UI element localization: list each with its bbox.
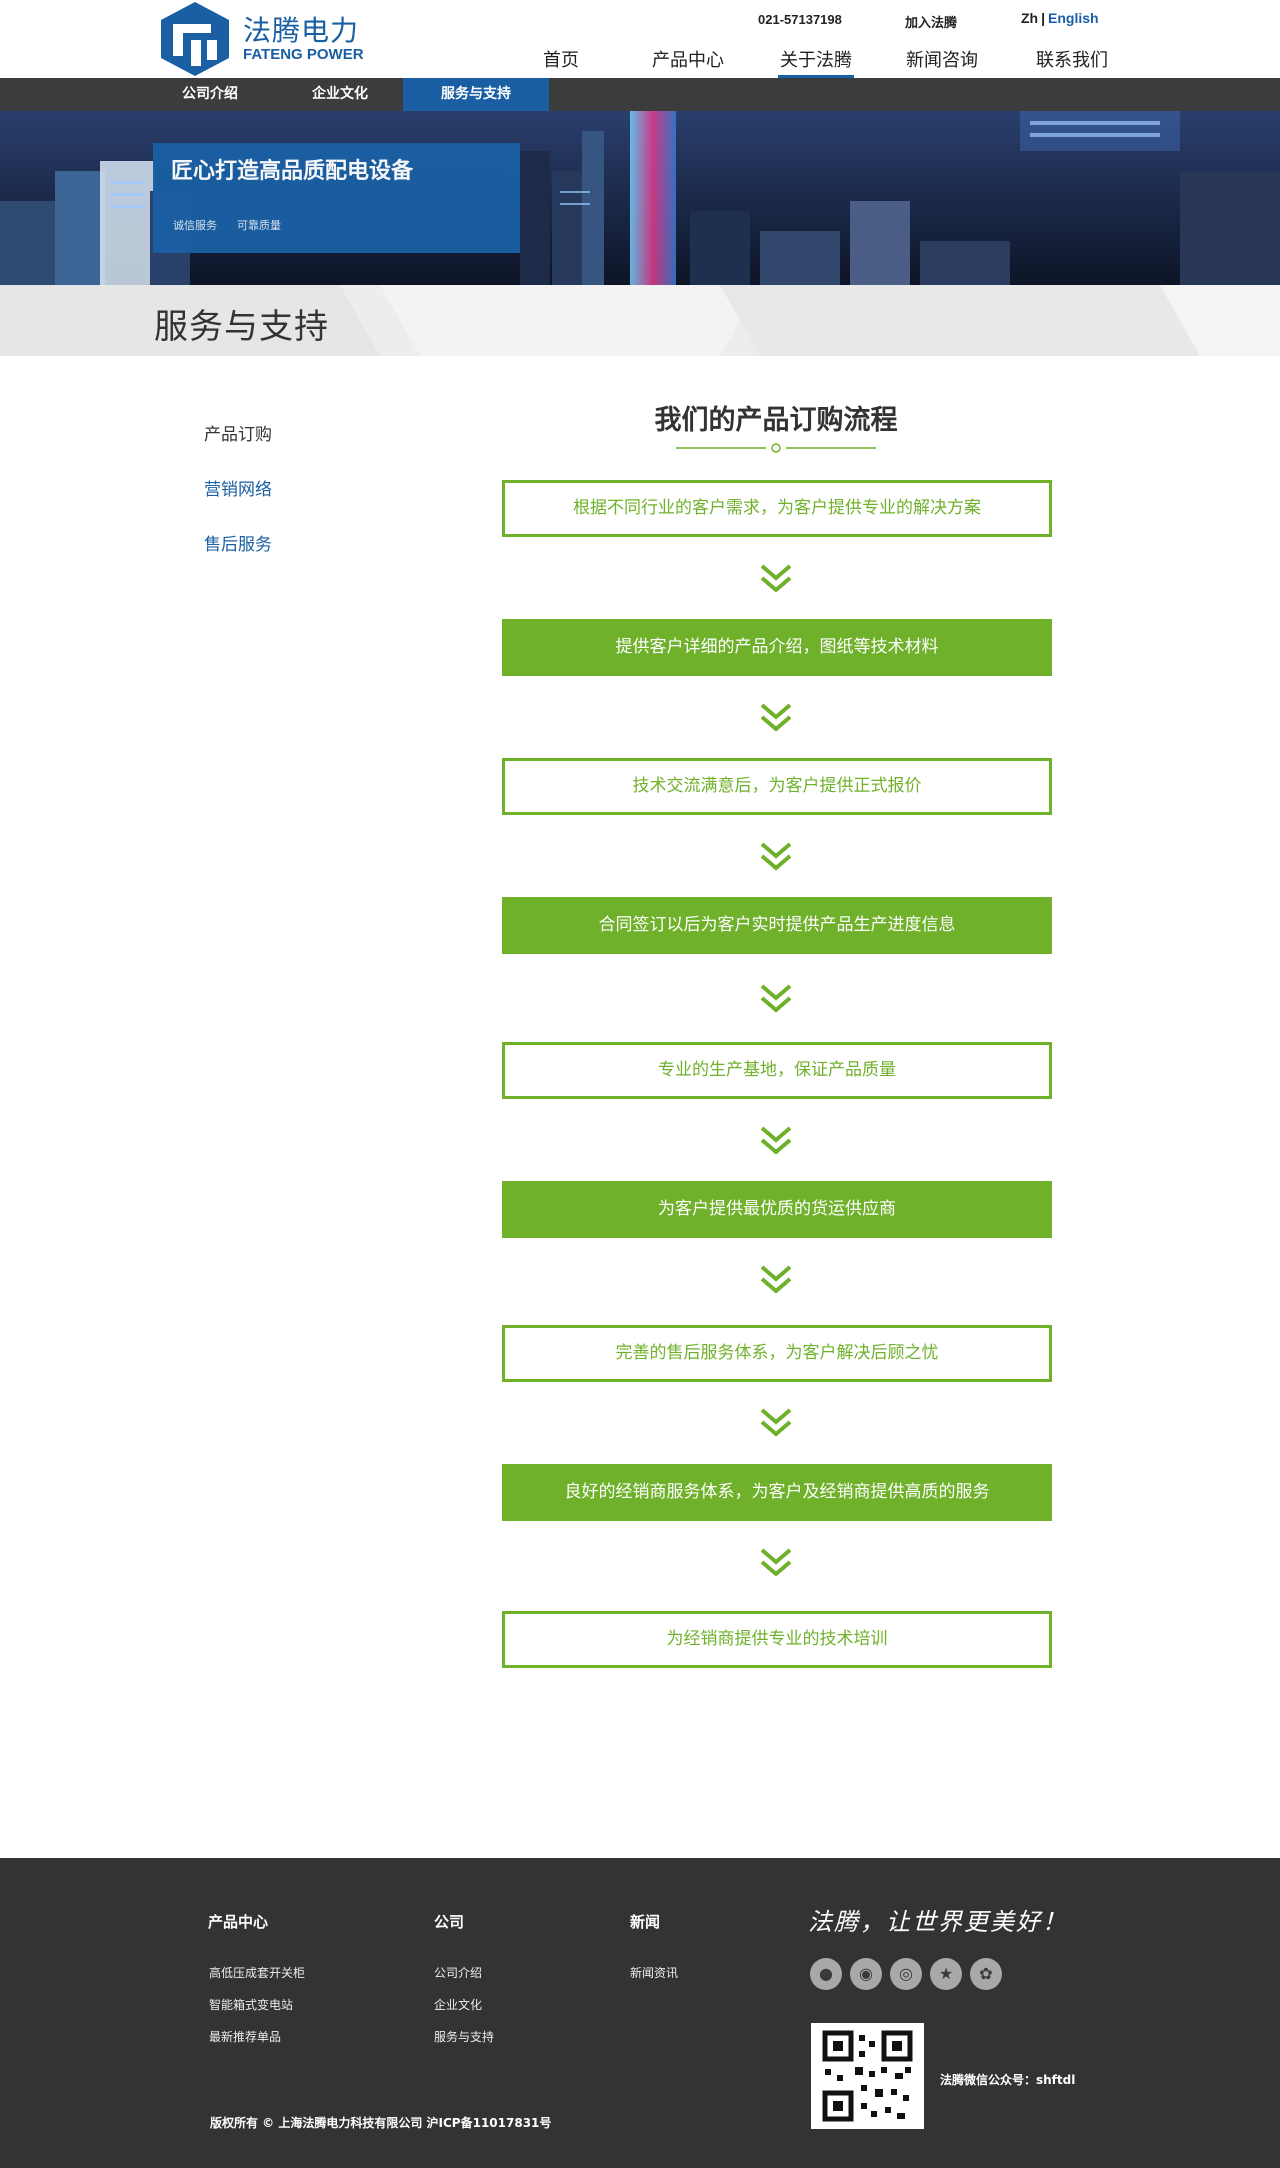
nav-news[interactable]: 新闻咨询 — [904, 46, 980, 78]
hero-banner: 匠心打造高品质配电设备 诚信服务 可靠质量 — [0, 111, 1280, 285]
qq-icon[interactable]: ● — [810, 1958, 842, 1990]
double-chevron-down-icon — [760, 1548, 792, 1577]
double-chevron-down-icon — [760, 1265, 792, 1294]
weibo-icon[interactable]: ◎ — [890, 1958, 922, 1990]
footer-link[interactable]: 智能箱式变电站 — [209, 1996, 293, 2013]
subnav-service-support[interactable]: 服务与支持 — [403, 78, 549, 111]
subnav-company-intro[interactable]: 公司介绍 — [155, 78, 265, 111]
footer-link[interactable]: 服务与支持 — [434, 2028, 494, 2045]
process-step: 提供客户详细的产品介绍，图纸等技术材料 — [502, 619, 1052, 676]
flow-title: 我们的产品订购流程 — [654, 405, 898, 436]
process-step: 为经销商提供专业的技术培训 — [502, 1611, 1052, 1668]
subnav-culture[interactable]: 企业文化 — [285, 78, 395, 111]
double-chevron-down-icon — [760, 984, 792, 1013]
lang-en-link[interactable]: English — [1048, 10, 1099, 26]
footer-heading-products: 产品中心 — [208, 1913, 269, 1931]
nav-home[interactable]: 首页 — [540, 46, 582, 78]
copyright-text: 版权所有 © 上海法腾电力科技有限公司 沪ICP备11017831号 — [210, 2116, 552, 2130]
side-menu-product-order[interactable]: 产品订购 — [204, 420, 272, 445]
star-icon[interactable]: ★ — [930, 1958, 962, 1990]
logo-text-cn: 法腾电力 — [243, 14, 360, 47]
page-title: 服务与支持 — [154, 307, 329, 347]
process-step: 完善的售后服务体系，为客户解决后顾之忧 — [502, 1325, 1052, 1382]
double-chevron-down-icon — [760, 1126, 792, 1155]
footer-slogan: 法腾，让世界更美好！ — [808, 1908, 1068, 1936]
footer-link[interactable]: 高低压成套开关柜 — [209, 1964, 305, 1981]
logo[interactable]: 法腾电力 FATENG POWER — [155, 0, 375, 76]
footer-link[interactable]: 新闻资讯 — [630, 1964, 678, 1981]
paw-icon[interactable]: ✿ — [970, 1958, 1002, 1990]
join-link[interactable]: 加入法腾 — [905, 12, 957, 31]
process-step: 良好的经销商服务体系，为客户及经销商提供高质的服务 — [502, 1464, 1052, 1521]
phone-number: 021-57137198 — [758, 12, 842, 27]
side-menu-after-sales[interactable]: 售后服务 — [204, 530, 272, 555]
double-chevron-down-icon — [760, 564, 792, 593]
banner-tag: 可靠质量 — [237, 219, 281, 232]
nav-about[interactable]: 关于法腾 — [778, 46, 854, 78]
process-step: 合同签订以后为客户实时提供产品生产进度信息 — [502, 897, 1052, 954]
site-footer: 产品中心 高低压成套开关柜 智能箱式变电站 最新推荐单品 公司 公司介绍 企业文… — [0, 1858, 1280, 2168]
lang-separator: | — [1041, 10, 1046, 26]
logo-text-en: FATENG POWER — [243, 46, 364, 63]
process-step: 技术交流满意后，为客户提供正式报价 — [502, 758, 1052, 815]
page-title-strip: 服务与支持 — [0, 285, 1280, 356]
process-step: 根据不同行业的客户需求，为客户提供专业的解决方案 — [502, 480, 1052, 537]
logo-hexagon-icon — [161, 2, 229, 76]
site-header: 法腾电力 FATENG POWER 021-57137198 加入法腾 Zh | E… — [0, 0, 1280, 78]
nav-products[interactable]: 产品中心 — [650, 46, 726, 78]
process-step: 为客户提供最优质的货运供应商 — [502, 1181, 1052, 1238]
side-menu-sales-network[interactable]: 营销网络 — [204, 475, 272, 500]
qr-code-icon — [822, 2030, 913, 2122]
nav-contact[interactable]: 联系我们 — [1034, 46, 1110, 78]
banner-tag: 诚信服务 — [173, 219, 217, 232]
lang-zh-link[interactable]: Zh — [1021, 10, 1038, 26]
double-chevron-down-icon — [760, 842, 792, 871]
process-step: 专业的生产基地，保证产品质量 — [502, 1042, 1052, 1099]
wechat-account-text: 法腾微信公众号：shftdl — [940, 2073, 1076, 2087]
banner-title: 匠心打造高品质配电设备 — [171, 159, 414, 184]
footer-link[interactable]: 公司介绍 — [434, 1964, 482, 1981]
language-switch: Zh | English — [1021, 10, 1099, 26]
banner-caption-box: 匠心打造高品质配电设备 诚信服务 可靠质量 — [153, 143, 520, 253]
footer-heading-news: 新闻 — [630, 1913, 661, 1931]
sub-navigation: 公司介绍 企业文化 服务与支持 — [0, 78, 1280, 111]
footer-link[interactable]: 企业文化 — [434, 1996, 482, 2013]
wechat-qr-code — [811, 2023, 924, 2129]
double-chevron-down-icon — [760, 703, 792, 732]
double-chevron-down-icon — [760, 1408, 792, 1437]
title-divider-icon — [676, 443, 876, 453]
footer-heading-company: 公司 — [434, 1913, 465, 1931]
wechat-icon[interactable]: ◉ — [850, 1958, 882, 1990]
footer-link[interactable]: 最新推荐单品 — [209, 2028, 281, 2045]
